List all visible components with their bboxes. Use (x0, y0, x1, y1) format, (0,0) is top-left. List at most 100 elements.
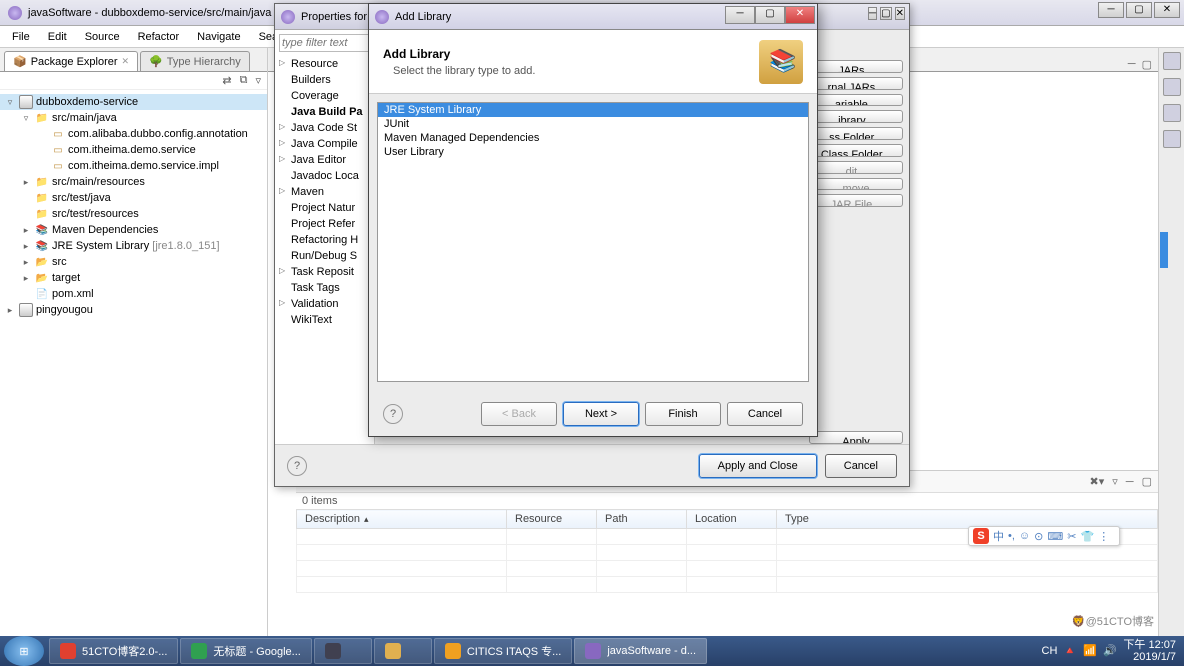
tree-toggle[interactable]: ▸ (20, 241, 32, 252)
tree-item[interactable]: ▭com.itheima.demo.service (0, 142, 267, 158)
ime-toolbar[interactable]: S 中 •, ☺ ⊙ ⌨ ✂ 👕 ⋮ (968, 526, 1120, 546)
col-description[interactable]: Description (297, 510, 507, 529)
tree-toggle[interactable]: ▿ (4, 97, 16, 108)
category-item[interactable]: Refactoring H (275, 232, 374, 248)
build-path-button[interactable]: JAR File... (809, 194, 903, 207)
taskbar-item[interactable]: 无标题 - Google... (180, 638, 311, 664)
bookmark-icon[interactable] (1163, 130, 1181, 148)
start-button[interactable]: ⊞ (4, 636, 44, 666)
category-item[interactable]: WikiText (275, 312, 374, 328)
category-item[interactable]: Task Reposit (275, 264, 374, 280)
category-item[interactable]: Task Tags (275, 280, 374, 296)
library-item[interactable]: JRE System Library (378, 103, 808, 117)
sound-icon[interactable]: 🔊 (1103, 644, 1117, 658)
tree-project-sibling[interactable]: ▸ pingyougou (0, 302, 267, 318)
menu-refactor[interactable]: Refactor (130, 29, 188, 45)
ime-char[interactable]: ⋮ (1098, 530, 1109, 543)
help-icon[interactable]: ? (383, 404, 403, 424)
link-editor-icon[interactable]: ⧉ (240, 74, 248, 87)
category-item[interactable]: Resource (275, 56, 374, 72)
filter-input[interactable] (279, 34, 369, 52)
clock[interactable]: 下午 12:07 2019/1/7 (1123, 639, 1176, 663)
network-icon[interactable]: 📶 (1083, 644, 1097, 658)
build-path-button[interactable]: rnal JARs... (809, 77, 903, 90)
category-item[interactable]: Coverage (275, 88, 374, 104)
menu-source[interactable]: Source (77, 29, 128, 45)
problems-table[interactable]: Description Resource Path Location Type (296, 509, 1158, 593)
filter-icon[interactable]: ✖▾ (1090, 475, 1105, 488)
tree-item[interactable]: ▭com.itheima.demo.service.impl (0, 158, 267, 174)
category-item[interactable]: Maven (275, 184, 374, 200)
category-item[interactable]: Builders (275, 72, 374, 88)
category-item[interactable]: Java Editor (275, 152, 374, 168)
next-button[interactable]: Next > (563, 402, 639, 426)
category-item[interactable]: Java Code St (275, 120, 374, 136)
build-path-button[interactable]: ibrary... (809, 110, 903, 123)
ime-char[interactable]: 中 (993, 528, 1004, 544)
collapse-all-icon[interactable]: ⇄ (222, 74, 231, 87)
cancel-button[interactable]: Cancel (727, 402, 803, 426)
build-path-button[interactable]: dit... (809, 161, 903, 174)
build-path-button[interactable]: move (809, 178, 903, 191)
ime-char[interactable]: ☺ (1019, 530, 1030, 542)
ime-indicator[interactable]: CH (1042, 645, 1058, 657)
maximize-button[interactable]: ▢ (880, 7, 891, 20)
outline-icon[interactable] (1163, 78, 1181, 96)
tree-project-root[interactable]: ▿ dubboxdemo-service (0, 94, 267, 110)
library-list[interactable]: JRE System LibraryJUnitMaven Managed Dep… (377, 102, 809, 382)
category-item[interactable]: Run/Debug S (275, 248, 374, 264)
table-row[interactable] (297, 545, 1158, 561)
category-item[interactable]: Java Build Pa (275, 104, 374, 120)
tree-item[interactable]: ▸📂src (0, 254, 267, 270)
tree-toggle[interactable]: ▸ (4, 305, 16, 316)
sash-handle[interactable] (1160, 232, 1168, 268)
minimize-button[interactable]: ─ (868, 7, 877, 20)
tab-close-icon[interactable]: ✕ (122, 56, 130, 67)
category-item[interactable]: Javadoc Loca (275, 168, 374, 184)
tree-item[interactable]: 📁src/test/resources (0, 206, 267, 222)
view-menu-icon[interactable]: ▿ (1112, 475, 1118, 488)
close-button[interactable]: ✕ (785, 6, 815, 24)
perspective-icon[interactable] (1163, 52, 1181, 70)
project-tree[interactable]: ▿ dubboxdemo-service ▿📁src/main/java▭com… (0, 90, 267, 644)
task-icon[interactable] (1163, 104, 1181, 122)
back-button[interactable]: < Back (481, 402, 557, 426)
add-library-titlebar[interactable]: Add Library ─ ▢ ✕ (369, 4, 817, 30)
tab-package-explorer[interactable]: 📦 Package Explorer ✕ (4, 51, 138, 71)
taskbar-item[interactable] (314, 638, 372, 664)
library-item[interactable]: User Library (378, 145, 808, 159)
tree-toggle[interactable]: ▿ (20, 113, 32, 124)
tree-item[interactable]: ▸📁src/main/resources (0, 174, 267, 190)
library-item[interactable]: JUnit (378, 117, 808, 131)
library-item[interactable]: Maven Managed Dependencies (378, 131, 808, 145)
tab-type-hierarchy[interactable]: 🌳 Type Hierarchy (140, 51, 250, 71)
category-item[interactable]: Validation (275, 296, 374, 312)
ime-char[interactable]: ⌨ (1047, 530, 1063, 543)
tree-toggle[interactable]: ▸ (20, 273, 32, 284)
cancel-button[interactable]: Cancel (825, 454, 897, 478)
taskbar-item[interactable]: javaSoftware - d... (574, 638, 707, 664)
finish-button[interactable]: Finish (645, 402, 721, 426)
close-button[interactable]: ✕ (895, 7, 905, 20)
category-item[interactable]: Project Natur (275, 200, 374, 216)
build-path-button[interactable]: ariable... (809, 94, 903, 107)
system-tray[interactable]: CH 🔺 📶 🔊 下午 12:07 2019/1/7 (1042, 639, 1184, 663)
close-button[interactable]: ✕ (1154, 2, 1180, 18)
category-tree[interactable]: ResourceBuildersCoverageJava Build PaJav… (275, 56, 374, 444)
table-row[interactable] (297, 561, 1158, 577)
ime-char[interactable]: ⊙ (1034, 530, 1043, 543)
minimize-button[interactable]: ─ (1098, 2, 1124, 18)
help-icon[interactable]: ? (287, 456, 307, 476)
taskbar-item[interactable]: 51CTO博客2.0-... (49, 638, 178, 664)
tree-toggle[interactable]: ▸ (20, 177, 32, 188)
col-path[interactable]: Path (597, 510, 687, 529)
ime-char[interactable]: 👕 (1080, 530, 1094, 543)
menu-file[interactable]: File (4, 29, 38, 45)
minimize-view-icon[interactable]: ─ (1128, 58, 1136, 71)
minimize-button[interactable]: ─ (725, 6, 755, 24)
sogou-icon[interactable]: S (973, 528, 989, 544)
tray-icon[interactable]: 🔺 (1063, 644, 1077, 658)
taskbar-item[interactable] (374, 638, 432, 664)
table-row[interactable] (297, 577, 1158, 593)
build-path-button[interactable]: ss Folder... (809, 127, 903, 140)
